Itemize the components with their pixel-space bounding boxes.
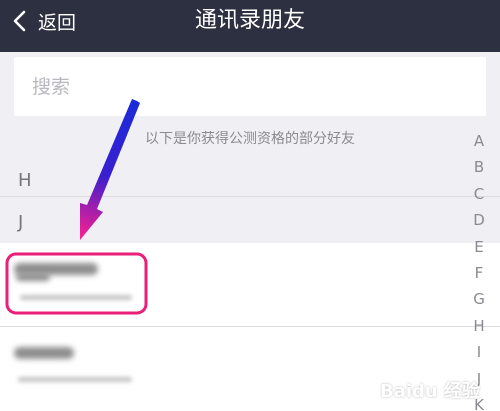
contact-name-redacted [14,347,74,359]
pointer-arrow-icon [80,99,140,240]
contact-list-item[interactable] [0,243,500,326]
index-letter[interactable]: F [475,260,484,286]
index-letter[interactable]: I [477,339,481,365]
index-letter[interactable]: C [474,181,484,207]
beta-friends-notice: 以下是你获得公测资格的部分好友 [145,131,355,147]
index-letter[interactable]: D [473,207,485,233]
contact-name-redacted [16,273,50,281]
index-letter[interactable]: B [474,154,484,180]
page-title: 通讯录朋友 [194,8,305,33]
index-letter[interactable]: G [473,286,485,312]
contact-detail-redacted [20,295,132,300]
section-header-h: H [18,170,32,191]
contact-detail-redacted [18,377,132,382]
section-header-j: J [18,212,24,233]
index-letter[interactable]: H [473,313,484,339]
alphabet-index[interactable]: A B C D E F G H I J K [468,128,490,411]
section-divider [0,196,500,197]
search-box [14,57,486,116]
watermark-text: Baidu 经验 [379,381,480,402]
search-input[interactable] [14,57,486,116]
index-letter[interactable]: A [474,128,484,154]
index-letter[interactable]: E [474,234,483,260]
